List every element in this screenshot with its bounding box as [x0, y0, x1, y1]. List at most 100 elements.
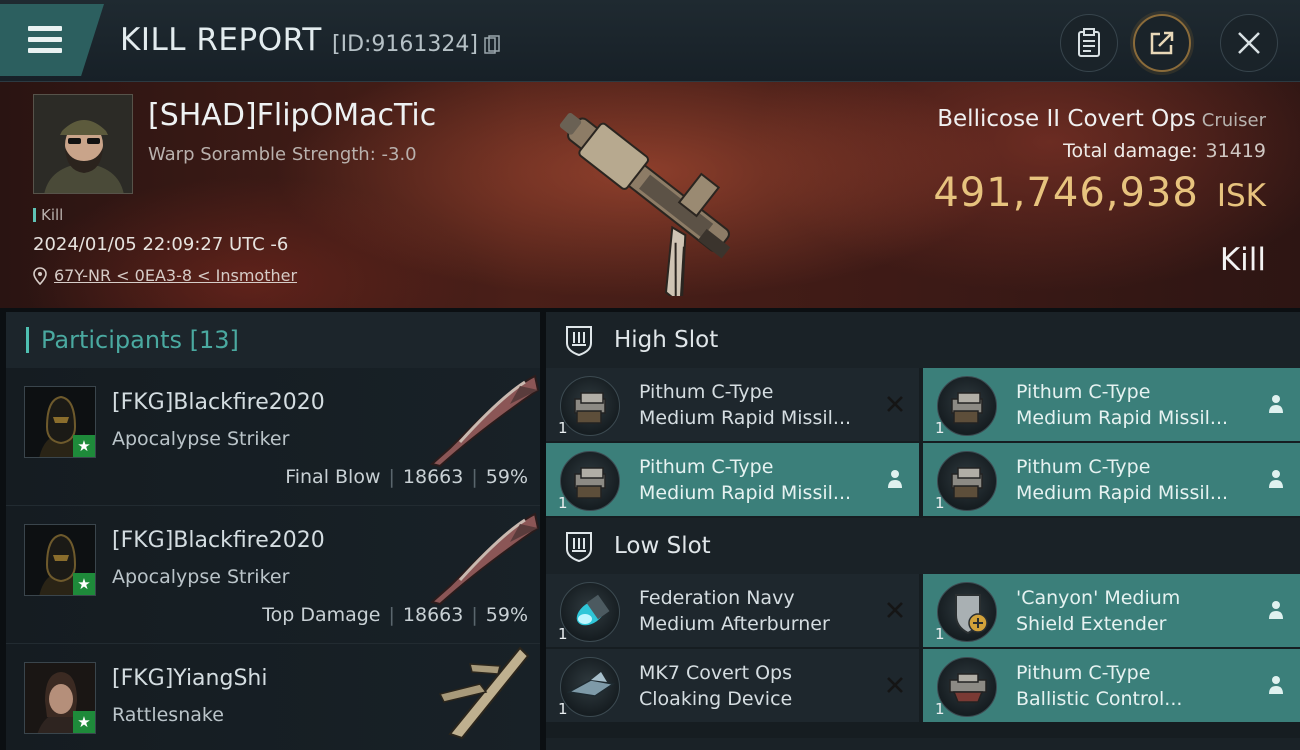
participant-name: [FKG]YiangShi: [112, 666, 268, 691]
module-item[interactable]: 1 Pithum C-Type Medium Rapid Missil...: [546, 368, 919, 441]
module-name: Pithum C-Type Medium Rapid Missil...: [639, 454, 869, 506]
low-slot-modules: 1 Federation Navy Medium Afterburner 1 'C…: [546, 574, 1300, 724]
module-name-line2: Medium Rapid Missil...: [639, 482, 852, 504]
x-icon: [883, 673, 907, 697]
standing-star-icon: ★: [73, 435, 95, 457]
high-slot-header: High Slot: [546, 312, 1300, 368]
module-item[interactable]: 1 Federation Navy Medium Afterburner: [546, 574, 919, 647]
module-quantity: 1: [935, 625, 945, 643]
kill-location-link[interactable]: 67Y-NR < 0EA3-8 < Insmother: [33, 266, 297, 285]
module-name: 'Canyon' Medium Shield Extender: [1016, 585, 1246, 637]
module-name-line2: Medium Rapid Missil...: [1016, 482, 1229, 504]
module-item[interactable]: 1 Pithum C-Type Medium Rapid Missil...: [923, 368, 1300, 441]
participant-avatar: ★: [24, 386, 96, 458]
kill-datetime: 2024/01/05 22:09:27 UTC -6: [33, 234, 289, 255]
participant-row[interactable]: ★ [FKG]Blackfire2020 Apocalypse Striker …: [6, 506, 540, 644]
participants-panel: Participants [13] ★ [FKG]Blackfire2020 A…: [6, 312, 540, 750]
module-name-line2: Ballistic Control...: [1016, 688, 1183, 710]
participant-percent: 59%: [485, 466, 528, 488]
close-icon: [1238, 32, 1260, 54]
participant-damage: 18663: [402, 466, 464, 488]
menu-button[interactable]: [0, 4, 104, 76]
person-icon: [1264, 467, 1288, 491]
victim-ship-name[interactable]: Bellicose II Covert Ops Cruiser: [937, 106, 1266, 132]
participant-ship: Apocalypse Striker: [112, 566, 290, 588]
participants-count: [13]: [189, 326, 239, 354]
share-button[interactable]: [1133, 14, 1191, 72]
page-title: KILL REPORT: [120, 22, 322, 58]
report-id: [ID:9161324]: [332, 32, 478, 57]
module-item[interactable]: 1 Pithum C-Type Ballistic Control...: [923, 649, 1300, 722]
report-button[interactable]: [1060, 14, 1118, 72]
module-quantity: 1: [935, 419, 945, 437]
location-text: 67Y-NR < 0EA3-8 < Insmother: [54, 266, 298, 285]
x-icon: [883, 598, 907, 622]
x-icon: [883, 392, 907, 416]
participant-ship-render: [429, 512, 540, 606]
participant-role: Final Blow: [285, 466, 381, 488]
module-item[interactable]: 1 MK7 Covert Ops Cloaking Device: [546, 649, 919, 722]
total-damage-label: Total damage:: [1063, 140, 1198, 162]
module-name-line1: Pithum C-Type: [639, 381, 774, 403]
low-slot-label: Low Slot: [614, 533, 711, 559]
isk-amount: 491,746,938: [933, 170, 1199, 216]
module-name: MK7 Covert Ops Cloaking Device: [639, 660, 869, 712]
victim-name[interactable]: [SHAD]FlipOMacTic: [148, 98, 436, 133]
location-pin-icon: [33, 266, 47, 285]
share-icon: [1150, 31, 1174, 55]
participant-row[interactable]: ★ [FKG]Blackfire2020 Apocalypse Striker …: [6, 368, 540, 506]
missile-launcher-icon: [937, 451, 997, 511]
copy-icon[interactable]: [484, 35, 500, 55]
module-quantity: 1: [935, 494, 945, 512]
module-name: Pithum C-Type Medium Rapid Missil...: [1016, 379, 1246, 431]
module-name: Pithum C-Type Medium Rapid Missil...: [1016, 454, 1246, 506]
participant-damage: 18663: [402, 604, 464, 626]
high-slot-icon: [566, 326, 592, 357]
module-name-line1: Federation Navy: [639, 587, 795, 609]
module-name-line2: Medium Rapid Missil...: [639, 407, 852, 429]
module-quantity: 1: [558, 494, 568, 512]
module-quantity: 1: [558, 625, 568, 643]
module-name-line2: Medium Rapid Missil...: [1016, 407, 1229, 429]
standing-star-icon: ★: [73, 711, 95, 733]
participant-avatar: ★: [24, 662, 96, 734]
participant-percent: 59%: [485, 604, 528, 626]
high-slot-label: High Slot: [614, 327, 719, 353]
total-damage-value: 31419: [1205, 140, 1266, 162]
module-name-line2: Cloaking Device: [639, 688, 793, 710]
kill-report-header: KILL REPORT [ID:9161324]: [0, 0, 1300, 82]
participants-label: Participants: [41, 326, 182, 354]
person-icon: [1264, 673, 1288, 697]
victim-avatar[interactable]: [33, 94, 133, 194]
module-quantity: 1: [558, 700, 568, 718]
participant-name: [FKG]Blackfire2020: [112, 390, 325, 415]
module-quantity: 1: [558, 419, 568, 437]
module-name: Pithum C-Type Medium Rapid Missil...: [639, 379, 869, 431]
next-slot-header-partial: [546, 738, 1300, 750]
module-name-line1: 'Canyon' Medium: [1016, 587, 1181, 609]
participant-avatar: ★: [24, 524, 96, 596]
low-slot-icon: [566, 532, 592, 563]
ship-class: Cruiser: [1201, 110, 1266, 131]
cloaking-device-icon: [560, 657, 620, 717]
isk-unit: ISK: [1216, 178, 1266, 214]
participant-stats: Top Damage | 18663 | 59%: [262, 604, 528, 626]
module-name-line1: MK7 Covert Ops: [639, 662, 793, 684]
missile-launcher-icon: [560, 376, 620, 436]
module-quantity: 1: [935, 700, 945, 718]
shield-extender-icon: [937, 582, 997, 642]
participant-ship-render: [429, 374, 540, 468]
participant-stats: Final Blow | 18663 | 59%: [285, 466, 528, 488]
victim-ship-render: [559, 113, 731, 296]
close-button[interactable]: [1220, 14, 1278, 72]
hamburger-menu-icon: [28, 26, 62, 59]
total-damage: Total damage: 31419: [1063, 140, 1266, 162]
module-item[interactable]: 1 Pithum C-Type Medium Rapid Missil...: [546, 443, 919, 516]
kill-result-label: Kill: [1219, 242, 1266, 278]
missile-launcher-icon: [560, 451, 620, 511]
module-name-line2: Shield Extender: [1016, 613, 1167, 635]
module-item[interactable]: 1 Pithum C-Type Medium Rapid Missil...: [923, 443, 1300, 516]
participant-row[interactable]: ★ [FKG]YiangShi Rattlesnake: [6, 644, 540, 750]
participant-name: [FKG]Blackfire2020: [112, 528, 325, 553]
module-item[interactable]: 1 'Canyon' Medium Shield Extender: [923, 574, 1300, 647]
